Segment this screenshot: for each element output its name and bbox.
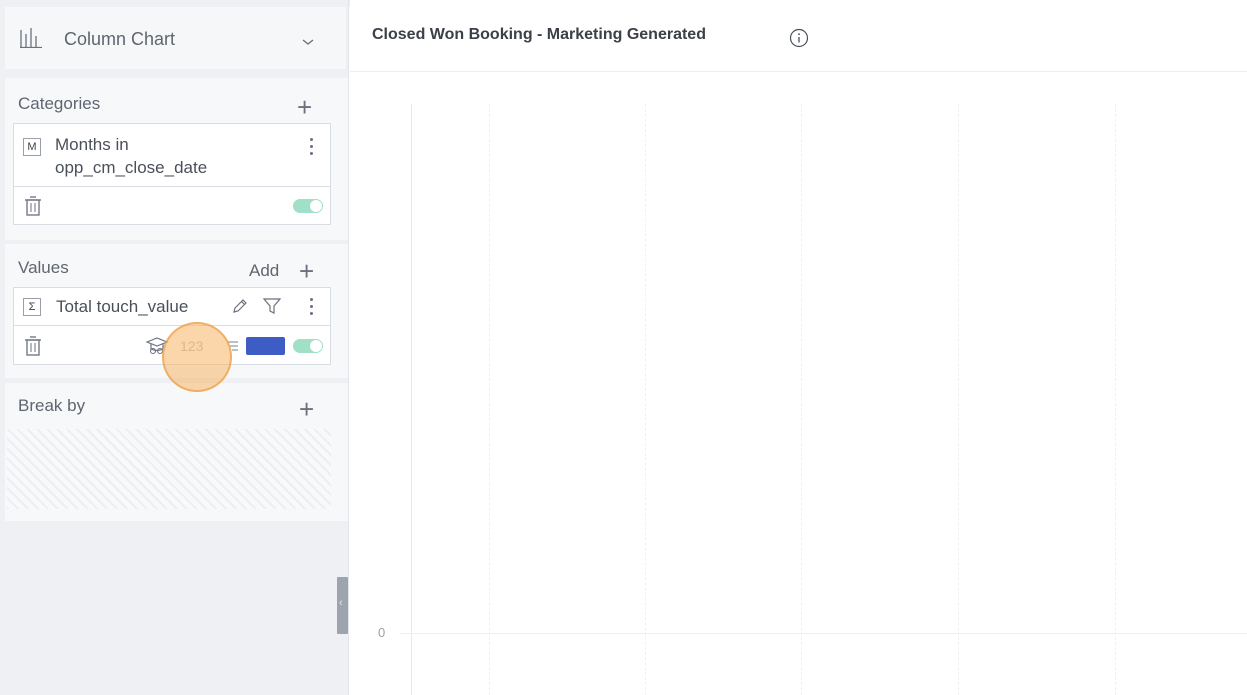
chart-header: Closed Won Booking - Marketing Generated bbox=[350, 0, 1247, 72]
value-field-label: Total touch_value bbox=[56, 297, 189, 316]
sort-lines-icon[interactable] bbox=[226, 340, 238, 352]
chart-type-selector[interactable]: Column Chart bbox=[5, 7, 346, 69]
filter-icon[interactable] bbox=[263, 297, 281, 315]
sum-badge: Σ bbox=[23, 298, 41, 316]
vertical-grid-line bbox=[801, 104, 802, 695]
edit-pencil-icon[interactable] bbox=[231, 297, 249, 315]
y-tick-label: 0 bbox=[378, 625, 386, 640]
series-color-swatch[interactable] bbox=[246, 337, 285, 355]
category-visibility-toggle[interactable] bbox=[293, 199, 323, 213]
delete-value-trash-icon[interactable] bbox=[25, 336, 41, 356]
break-by-drop-zone[interactable] bbox=[7, 429, 331, 509]
category-field-header: M Months in opp_cm_close_date bbox=[14, 124, 330, 187]
chart-plot-area: 0 bbox=[350, 73, 1247, 695]
vertical-grid-line bbox=[958, 104, 959, 695]
vertical-grid-line bbox=[489, 104, 490, 695]
aggregation-icon[interactable] bbox=[145, 336, 169, 356]
category-field-label-line2: opp_cm_close_date bbox=[55, 158, 208, 177]
add-break-by-plus-icon[interactable]: + bbox=[299, 396, 314, 422]
category-field-label-line1: Months in bbox=[55, 135, 129, 154]
category-field-card[interactable]: M Months in opp_cm_close_date bbox=[13, 123, 331, 225]
chart-type-label: Column Chart bbox=[64, 29, 176, 49]
zero-baseline bbox=[400, 633, 1247, 634]
break-by-title: Break by bbox=[18, 396, 86, 415]
number-format-label[interactable]: 123 bbox=[180, 338, 203, 354]
delete-category-trash-icon[interactable] bbox=[25, 196, 41, 216]
chevron-down-icon[interactable] bbox=[301, 37, 315, 47]
categories-section: Categories + M Months in opp_cm_close_da… bbox=[5, 78, 348, 240]
value-field-card[interactable]: Σ Total touch_value 123 bbox=[13, 287, 331, 365]
categories-title: Categories bbox=[18, 94, 101, 113]
column-chart-icon bbox=[20, 28, 42, 48]
vertical-grid-line bbox=[645, 104, 646, 695]
values-title: Values bbox=[18, 258, 69, 277]
value-more-icon[interactable] bbox=[310, 298, 314, 319]
chart-title: Closed Won Booking - Marketing Generated bbox=[372, 26, 706, 43]
add-value-label[interactable]: Add bbox=[249, 261, 279, 281]
values-section: Values Add + Σ Total touch_value 123 bbox=[5, 244, 348, 378]
vertical-grid-line bbox=[1115, 104, 1116, 695]
value-visibility-toggle[interactable] bbox=[293, 339, 323, 353]
add-category-plus-icon[interactable]: + bbox=[297, 94, 312, 120]
chart-config-panel: Column Chart Categories + M Months in op… bbox=[0, 0, 349, 695]
chevron-left-icon: ‹ bbox=[339, 597, 343, 609]
field-type-badge: M bbox=[23, 138, 41, 156]
info-icon[interactable] bbox=[789, 28, 809, 48]
value-field-header: Σ Total touch_value bbox=[14, 288, 330, 326]
y-axis-line bbox=[411, 104, 412, 695]
panel-collapse-handle[interactable]: ‹ bbox=[337, 577, 348, 634]
category-more-icon[interactable] bbox=[310, 138, 314, 159]
add-value-plus-icon[interactable]: + bbox=[299, 258, 314, 284]
